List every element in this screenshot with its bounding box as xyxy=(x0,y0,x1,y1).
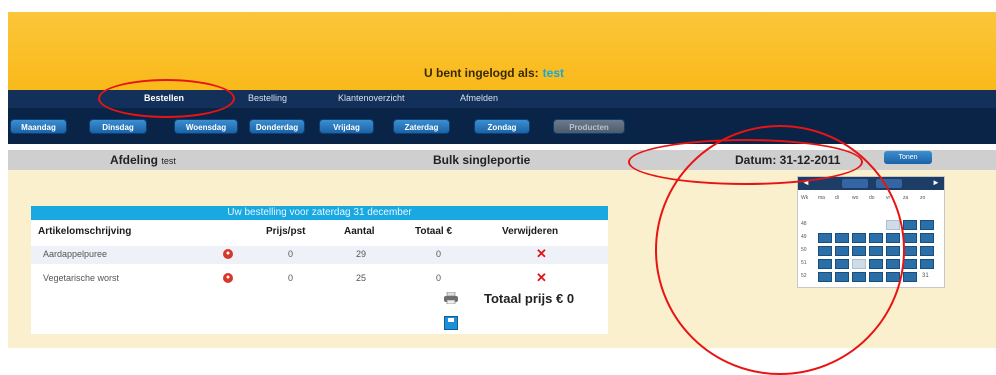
row-price: 0 xyxy=(288,249,294,259)
calendar-day-cell[interactable] xyxy=(869,272,883,282)
calendar-week-number: 49 xyxy=(801,234,807,240)
total-price: Totaal prijs € 0 xyxy=(484,291,575,306)
column-header-description: Artikelomschrijving xyxy=(38,226,132,237)
order-title: Uw bestelling voor zaterdag 31 december xyxy=(31,206,608,220)
column-header-price: Prijs/pst xyxy=(266,226,306,237)
calendar-weekday: do xyxy=(869,195,875,201)
day-button-maandag[interactable]: Maandag xyxy=(10,119,67,134)
calendar-prev-icon[interactable]: ◄ xyxy=(802,178,810,187)
day-toolbar: Maandag Dinsdag Woensdag Donderdag Vrijd… xyxy=(8,108,996,144)
calendar-day-cell[interactable] xyxy=(818,259,832,269)
calendar-weekday: Wk xyxy=(801,195,809,201)
day-button-donderdag[interactable]: Donderdag xyxy=(249,119,305,134)
row-quantity[interactable]: 25 xyxy=(356,273,366,283)
main-nav: Bestellen Bestelling Klantenoverzicht Af… xyxy=(8,90,996,108)
department-label: Afdeling xyxy=(110,153,158,167)
calendar-year-select[interactable] xyxy=(876,179,902,188)
login-username[interactable]: test xyxy=(543,66,564,80)
nav-item-afmelden[interactable]: Afmelden xyxy=(460,93,498,103)
calendar-day-cell[interactable] xyxy=(852,259,866,269)
calendar-week-number: 51 xyxy=(801,260,807,266)
column-header-delete: Verwijderen xyxy=(502,226,559,237)
nav-item-bestellen[interactable]: Bestellen xyxy=(144,93,184,103)
calendar-header: ◄ ► xyxy=(798,177,944,190)
info-dot-icon[interactable]: ● xyxy=(223,273,233,283)
calendar-day-cell[interactable] xyxy=(818,272,832,282)
calendar-day-cell[interactable] xyxy=(869,233,883,243)
calendar-day-cell[interactable] xyxy=(903,246,917,256)
calendar-day-cell[interactable] xyxy=(835,233,849,243)
calendar-day-cell[interactable] xyxy=(903,272,917,282)
calendar-day-cell[interactable] xyxy=(835,259,849,269)
day-button-vrijdag[interactable]: Vrijdag xyxy=(319,119,374,134)
calendar-week-number: 48 xyxy=(801,221,807,227)
calendar-weekday: zo xyxy=(920,195,926,201)
day-button-dinsdag[interactable]: Dinsdag xyxy=(89,119,147,134)
department-value: test xyxy=(161,156,176,166)
calendar-day-cell[interactable] xyxy=(852,233,866,243)
calendar-day-cell[interactable] xyxy=(869,246,883,256)
table-row: Vegetarische worst ● 0 25 0 ✕ xyxy=(31,270,608,288)
calendar-day-cell[interactable] xyxy=(835,246,849,256)
delete-x-icon[interactable]: ✕ xyxy=(536,246,547,262)
calendar-day-cell[interactable] xyxy=(903,233,917,243)
calendar-weekday: vr xyxy=(886,195,891,201)
calendar-day-cell[interactable] xyxy=(903,220,917,230)
calendar-day-cell[interactable] xyxy=(818,246,832,256)
day-button-producten[interactable]: Producten xyxy=(553,119,625,134)
calendar-day-cell[interactable] xyxy=(852,246,866,256)
calendar-day-cell[interactable] xyxy=(920,259,934,269)
column-header-quantity: Aantal xyxy=(344,226,375,237)
calendar-day-cell[interactable] xyxy=(886,246,900,256)
table-row: Aardappelpuree ● 0 29 0 ✕ xyxy=(31,246,608,264)
calendar-weekday: za xyxy=(903,195,909,201)
print-icon[interactable] xyxy=(444,292,458,304)
nav-item-bestelling[interactable]: Bestelling xyxy=(248,93,287,103)
calendar-day-cell[interactable] xyxy=(920,220,934,230)
calendar-month-select[interactable] xyxy=(842,179,868,188)
calendar-day-cell[interactable] xyxy=(886,272,900,282)
info-dot-icon[interactable]: ● xyxy=(223,249,233,259)
calendar-day-cell[interactable] xyxy=(818,233,832,243)
calendar-day-cell[interactable] xyxy=(869,259,883,269)
calendar-day-cell[interactable] xyxy=(835,272,849,282)
calendar-day-cell[interactable] xyxy=(886,259,900,269)
calendar-day-cell[interactable] xyxy=(886,220,900,230)
date-picker-calendar: ◄ ► Wk ma di wo do vr za zo 48 49 50 51 … xyxy=(797,176,945,288)
column-header-total: Totaal € xyxy=(415,226,453,237)
row-price: 0 xyxy=(288,273,294,283)
calendar-day-cell[interactable] xyxy=(852,272,866,282)
row-description: Aardappelpuree xyxy=(43,249,108,259)
show-button[interactable]: Tonen xyxy=(884,151,932,164)
calendar-weekday: wo xyxy=(852,195,859,201)
calendar-weekday: ma xyxy=(818,195,825,201)
row-total: 0 xyxy=(436,249,442,259)
row-quantity[interactable]: 29 xyxy=(356,249,366,259)
save-icon[interactable] xyxy=(444,316,458,330)
delete-x-icon[interactable]: ✕ xyxy=(536,270,547,286)
row-description: Vegetarische worst xyxy=(43,273,120,283)
calendar-next-icon[interactable]: ► xyxy=(932,178,940,187)
info-bar: Afdeling test Bulk singleportie Datum: 3… xyxy=(8,150,996,170)
department-field: Afdeling test xyxy=(110,153,176,167)
calendar-week-number: 50 xyxy=(801,247,807,253)
day-button-zondag[interactable]: Zondag xyxy=(474,119,530,134)
calendar-day-cell[interactable] xyxy=(920,233,934,243)
login-label: U bent ingelogd als: xyxy=(423,66,539,80)
row-total: 0 xyxy=(436,273,442,283)
calendar-day-cell[interactable] xyxy=(886,233,900,243)
calendar-weekday: di xyxy=(835,195,839,201)
calendar-today-label[interactable]: 31 xyxy=(922,273,929,279)
calendar-day-cell[interactable] xyxy=(920,246,934,256)
day-button-zaterdag[interactable]: Zaterdag xyxy=(393,119,450,134)
calendar-week-number: 52 xyxy=(801,273,807,279)
nav-item-klantenoverzicht[interactable]: Klantenoverzicht xyxy=(338,93,405,103)
day-button-woensdag[interactable]: Woensdag xyxy=(174,119,238,134)
date-label[interactable]: Datum: 31-12-2011 xyxy=(735,153,840,167)
login-status: U bent ingelogd als: test xyxy=(0,66,988,80)
bulk-title: Bulk singleportie xyxy=(433,153,531,167)
calendar-day-cell[interactable] xyxy=(903,259,917,269)
